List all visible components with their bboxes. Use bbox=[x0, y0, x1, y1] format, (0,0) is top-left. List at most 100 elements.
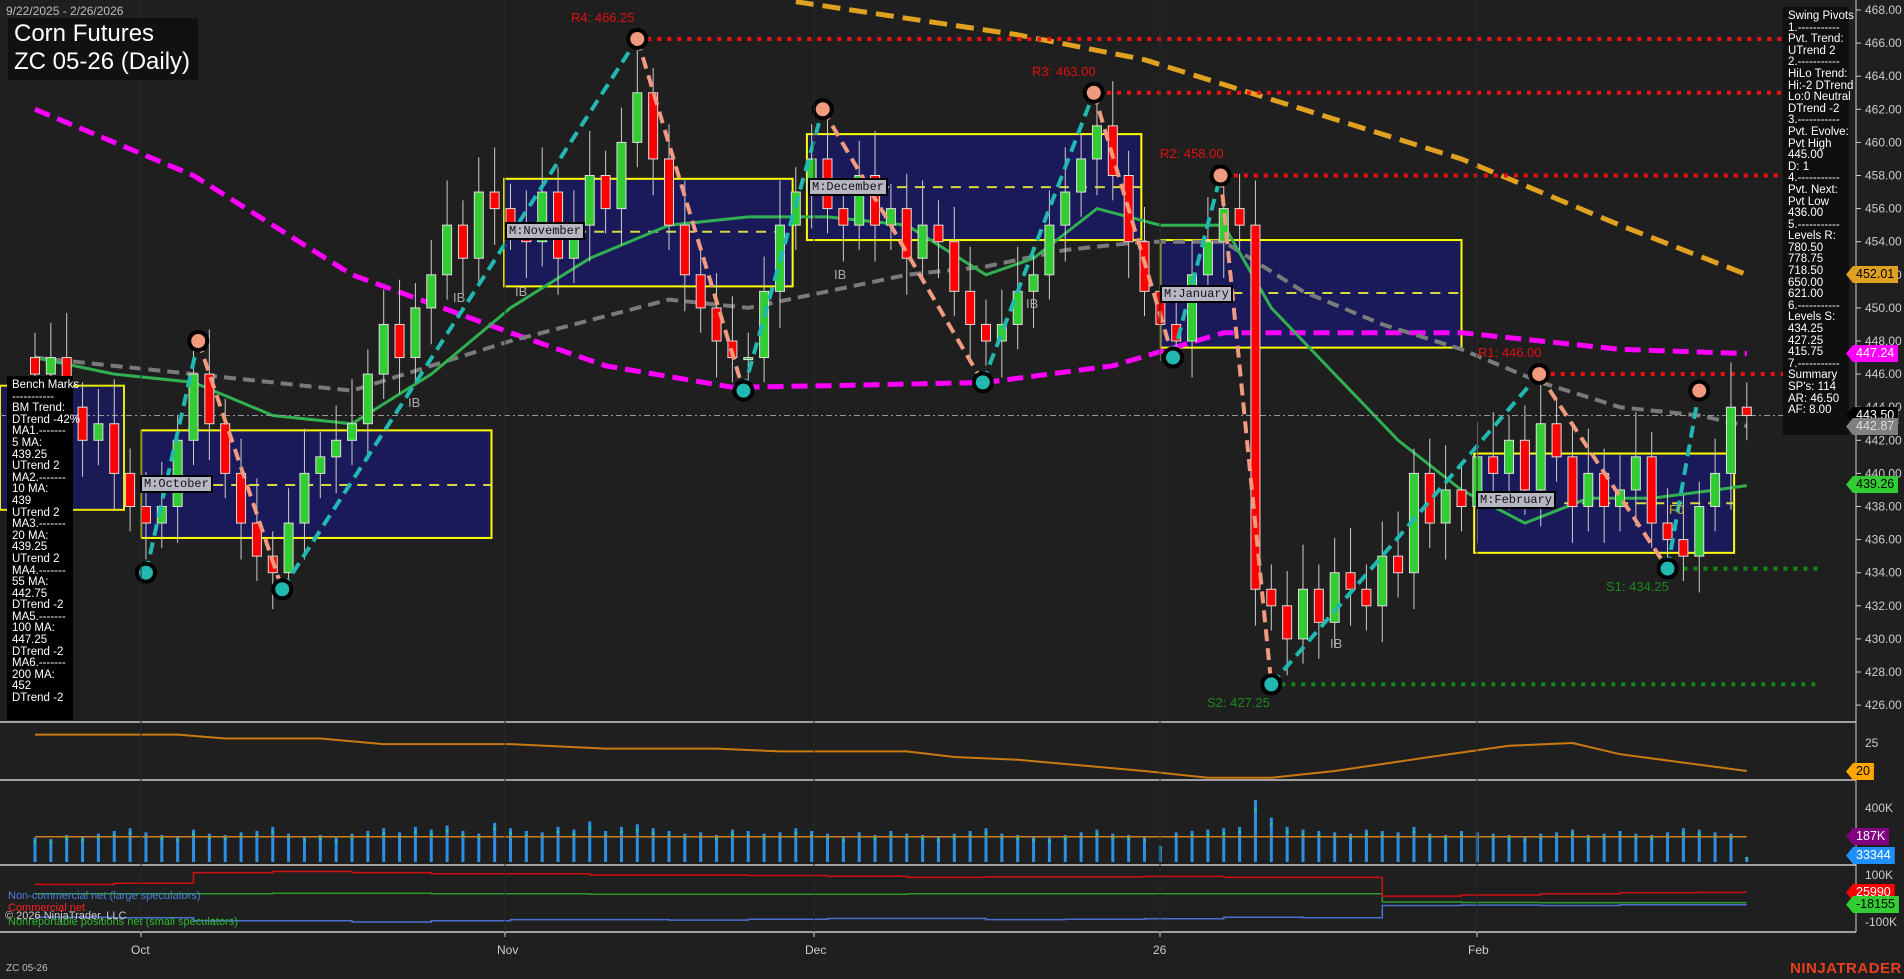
volume-dot bbox=[49, 841, 52, 844]
price-axis-label: 432.00 bbox=[1865, 599, 1902, 613]
r1-label: R1: 446.00 bbox=[1478, 345, 1542, 360]
volume-dot bbox=[1286, 831, 1289, 834]
candle-up bbox=[1045, 225, 1054, 275]
swing-pivots-line: 718.50 bbox=[1788, 266, 1844, 278]
volume-dot bbox=[414, 831, 417, 834]
volume-dot bbox=[1016, 838, 1019, 841]
candle-up bbox=[1441, 490, 1450, 523]
price-axis-label: 464.00 bbox=[1865, 69, 1902, 83]
candle-up bbox=[1711, 473, 1720, 506]
volume-dot bbox=[1206, 833, 1209, 836]
candle-down bbox=[1425, 473, 1434, 523]
candle-down bbox=[1362, 589, 1371, 606]
ninjatrader-logo: NINJATRADER bbox=[1790, 960, 1902, 977]
swing-high-marker bbox=[1530, 365, 1548, 383]
swing-low-marker bbox=[974, 373, 992, 391]
volume-dot bbox=[430, 833, 433, 836]
r4-label: R4: 466.25 bbox=[571, 10, 635, 25]
price-axis-label: 454.00 bbox=[1865, 235, 1902, 249]
volume-dot bbox=[129, 832, 132, 835]
f0-label: F0 bbox=[1669, 502, 1684, 517]
candle-up bbox=[633, 93, 642, 143]
candle-up bbox=[316, 457, 325, 474]
candle-up bbox=[1029, 275, 1038, 292]
bench-marks-panel: Bench Marks-----------BM Trend:DTrend -4… bbox=[7, 376, 73, 720]
bench-marks-line: UTrend 2 bbox=[12, 554, 68, 566]
cot-axis-tick-top: 100K bbox=[1865, 868, 1893, 882]
candle-down bbox=[110, 424, 119, 474]
candle-down bbox=[1457, 490, 1466, 507]
month-box-label-january: M:January bbox=[1160, 285, 1233, 303]
candle-up bbox=[1695, 507, 1704, 557]
bench-marks-line: 439 bbox=[12, 496, 68, 508]
commercial-net-line bbox=[35, 872, 1747, 897]
volume-dot bbox=[921, 838, 924, 841]
price-axis-label: 462.00 bbox=[1865, 102, 1902, 116]
candle-down bbox=[982, 324, 991, 341]
price-axis-label: 438.00 bbox=[1865, 500, 1902, 514]
title-instrument-name: Corn Futures bbox=[14, 20, 190, 48]
ma55-price-badge: 442.87 bbox=[1846, 418, 1898, 435]
month-box-label-february: M:February bbox=[1476, 491, 1556, 509]
swing-pivots-line: Pvt. Evolve: bbox=[1788, 127, 1844, 139]
title-contract: ZC 05-26 (Daily) bbox=[14, 48, 190, 76]
month-box-label-november: M:November bbox=[505, 222, 585, 240]
volume-dot bbox=[1064, 838, 1067, 841]
swing-pivots-line: Pvt. Next: bbox=[1788, 185, 1844, 197]
volume-dot bbox=[382, 832, 385, 835]
candle-down bbox=[1235, 209, 1244, 226]
swing-pivots-line: 445.00 bbox=[1788, 150, 1844, 162]
bench-marks-line: 447.25 bbox=[12, 635, 68, 647]
candle-down bbox=[950, 242, 959, 292]
volume-dot bbox=[1412, 831, 1415, 834]
inside-bar-label: IB bbox=[453, 290, 465, 305]
swing-pivots-line: 436.00 bbox=[1788, 208, 1844, 220]
candle-up bbox=[585, 176, 594, 226]
x-axis-label-oct: Oct bbox=[131, 943, 150, 957]
volume-dot bbox=[1444, 838, 1447, 841]
candle-down bbox=[1346, 573, 1355, 590]
volume-dot bbox=[652, 832, 655, 835]
price-axis-label: 446.00 bbox=[1865, 367, 1902, 381]
price-axis-label: 466.00 bbox=[1865, 36, 1902, 50]
bench-marks-line: 5 MA: bbox=[12, 438, 68, 450]
volume-dot bbox=[636, 828, 639, 831]
r3-label: R3: 463.00 bbox=[1032, 64, 1096, 79]
candle-down bbox=[126, 473, 135, 506]
swing-pivots-line: 434.25 bbox=[1788, 324, 1844, 336]
chart-title: Corn Futures ZC 05-26 (Daily) bbox=[8, 18, 198, 80]
candle-up bbox=[1330, 573, 1339, 623]
swing-low-marker bbox=[137, 564, 155, 582]
candle-up bbox=[1092, 126, 1101, 159]
volume-dot bbox=[985, 832, 988, 835]
candle-up bbox=[332, 440, 341, 457]
swing-high-marker bbox=[628, 30, 646, 48]
volume-dot bbox=[34, 840, 37, 843]
swing-pivots-panel: Swing Pivots1.-----------Pvt. Trend:UTre… bbox=[1783, 7, 1849, 435]
volume-dot bbox=[303, 839, 306, 842]
candle-up bbox=[379, 324, 388, 374]
nonreportable-net-badge: -18155 bbox=[1846, 896, 1899, 913]
volume-average-badge: 187K bbox=[1846, 828, 1889, 845]
volume-dot bbox=[1523, 839, 1526, 842]
candle-down bbox=[1251, 225, 1260, 589]
candle-up bbox=[474, 192, 483, 258]
volume-dot bbox=[509, 832, 512, 835]
swing-high-marker bbox=[1085, 84, 1103, 102]
price-axis-label: 468.00 bbox=[1865, 3, 1902, 17]
price-axis-label: 458.00 bbox=[1865, 169, 1902, 183]
volume-dot bbox=[1222, 832, 1225, 835]
volume-dot bbox=[1048, 840, 1051, 843]
volume-dot bbox=[1745, 857, 1748, 860]
candle-down bbox=[1568, 457, 1577, 507]
price-chart[interactable]: 468.00466.00464.00462.00460.00458.00456.… bbox=[0, 0, 1904, 979]
price-axis-label: 450.00 bbox=[1865, 301, 1902, 315]
volume-dot bbox=[65, 838, 68, 841]
bench-marks-line: MA3.------- bbox=[12, 519, 68, 531]
volume-axis-tick: 400K bbox=[1865, 801, 1893, 815]
x-axis-label-jan: 26 bbox=[1153, 943, 1166, 957]
candle-up bbox=[1299, 589, 1308, 639]
adx-line bbox=[35, 735, 1747, 778]
inside-bar-label: IB bbox=[1330, 636, 1342, 651]
price-axis-label: 434.00 bbox=[1865, 566, 1902, 580]
